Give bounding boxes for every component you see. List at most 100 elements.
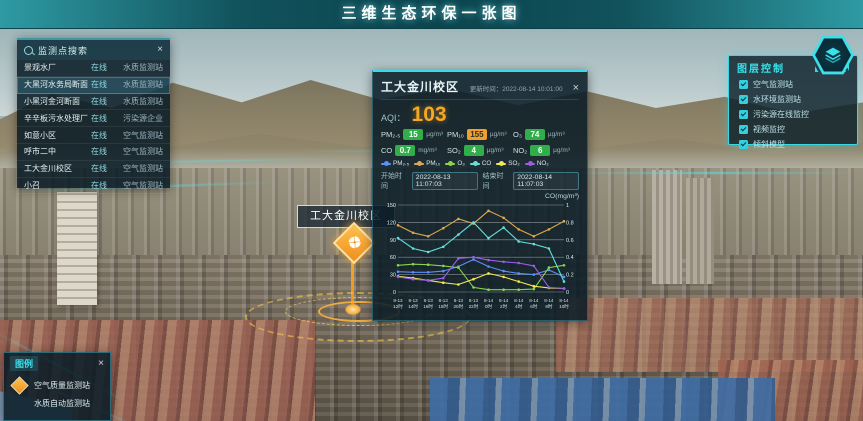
series-legend-label: PM₁₀: [426, 160, 440, 167]
station-panel-header: 监测点搜索 ×: [17, 40, 170, 60]
station-status: 在线: [91, 146, 113, 157]
station-row[interactable]: 大黑河水务局断面在线水质监测站: [17, 77, 170, 94]
marker-ground-glow: [345, 304, 361, 315]
station-row[interactable]: 小召在线空气监测站: [17, 178, 170, 195]
layer-item[interactable]: 污染源在线监控: [729, 107, 857, 122]
search-icon: [24, 46, 33, 55]
station-type: 空气监测站: [113, 146, 163, 157]
station-status: 在线: [91, 79, 113, 90]
svg-text:150: 150: [387, 203, 396, 209]
series-legend-item[interactable]: CO: [470, 160, 491, 167]
station-row[interactable]: 辛辛板污水处理厂在线污染源企业: [17, 110, 170, 127]
update-time: 更新时间：2022-08-14 10:01:00: [470, 83, 563, 93]
pollutant-item: SO₂4µg/m³: [447, 145, 513, 156]
pollutant-grid: PM₂.₅15µg/m³PM₁₀155µg/m³O₃74µg/m³CO0.7mg…: [381, 129, 579, 156]
station-search-panel: 监测点搜索 × 景观水厂在线水质监测站大黑河水务局断面在线水质监测站小黑河金河断…: [17, 38, 170, 188]
svg-text:8-13: 8-13: [424, 298, 434, 303]
popup-close-icon[interactable]: ×: [573, 82, 579, 94]
legend-list: 空气质量监测站水质自动监测站: [4, 374, 110, 410]
series-legend-label: CO: [482, 160, 491, 167]
station-status: 在线: [91, 96, 113, 107]
trend-line-chart: 00300.2600.4900.61200.815018-1312时8-1314…: [381, 200, 581, 314]
blue-roof-warehouses: [430, 378, 775, 421]
station-name: 大黑河水务局断面: [24, 79, 91, 90]
station-name: 小黑河金河断面: [24, 96, 91, 107]
series-legend-label: O₃: [457, 160, 464, 167]
station-row[interactable]: 景观水厂在线水质监测站: [17, 60, 170, 77]
series-color-line: [445, 163, 455, 165]
pollutant-item: PM₂.₅15µg/m³: [381, 129, 447, 140]
series-color-line: [496, 163, 506, 165]
checkbox-checked-icon[interactable]: [739, 140, 748, 149]
series-legend-item[interactable]: PM₂.₅: [381, 160, 409, 167]
highrise-building: [652, 170, 682, 284]
svg-text:10时: 10时: [559, 303, 569, 309]
series-color-dot: [473, 161, 478, 166]
pollutant-value-badge: 6: [530, 145, 550, 156]
pollutant-item: NO₂6µg/m³: [513, 145, 579, 156]
svg-text:1: 1: [566, 203, 569, 209]
svg-text:16时: 16时: [423, 303, 433, 309]
layers-icon: [815, 37, 851, 73]
layer-panel-title: 图层控制: [737, 60, 785, 75]
station-row[interactable]: 如意小区在线空气监测站: [17, 127, 170, 144]
station-row[interactable]: 工大金川校区在线空气监测站: [17, 161, 170, 178]
series-color-line: [470, 163, 480, 165]
svg-text:6时: 6时: [530, 303, 538, 309]
svg-text:8-14: 8-14: [484, 298, 494, 303]
station-panel-close-icon[interactable]: ×: [157, 45, 163, 55]
pollutant-name: SO₂: [447, 146, 461, 155]
station-type: 污染源企业: [113, 113, 163, 124]
station-detail-popup: 工大金川校区 更新时间：2022-08-14 10:01:00 × AQI： 1…: [372, 70, 588, 321]
pollutant-unit: µg/m³: [487, 147, 504, 154]
layer-item[interactable]: 水环境监测站: [729, 92, 857, 107]
station-row[interactable]: 呼市二中在线空气监测站: [17, 144, 170, 161]
legend-item-label: 水质自动监测站: [34, 398, 90, 409]
update-time-value: 2022-08-14 10:01:00: [502, 86, 562, 93]
svg-text:8-13: 8-13: [393, 298, 403, 303]
checkbox-checked-icon[interactable]: [739, 125, 748, 134]
legend-panel-close-icon[interactable]: ×: [98, 359, 104, 369]
svg-text:8-14: 8-14: [544, 298, 554, 303]
svg-text:8-14: 8-14: [559, 298, 569, 303]
checkbox-checked-icon[interactable]: [739, 80, 748, 89]
series-legend-item[interactable]: NO₂: [525, 160, 549, 167]
pollutant-unit: µg/m³: [426, 131, 443, 138]
start-time-label: 开始时间: [381, 171, 407, 191]
pollutant-name: PM₂.₅: [381, 130, 400, 139]
pollutant-unit: µg/m³: [548, 131, 565, 138]
svg-text:60: 60: [390, 255, 396, 261]
layer-item[interactable]: 倾斜模型: [729, 137, 857, 152]
aqi-value: 103: [412, 103, 447, 127]
station-type: 水质监测站: [113, 96, 163, 107]
end-time-input[interactable]: 2022-08-14 11:07:03: [513, 172, 579, 190]
layer-item-label: 倾斜模型: [753, 139, 785, 150]
pollutant-value-badge: 15: [403, 129, 423, 140]
pollutant-value-badge: 155: [467, 129, 487, 140]
layer-item-label: 视频监控: [753, 124, 785, 135]
layer-item[interactable]: 视频监控: [729, 122, 857, 137]
pollutant-name: NO₂: [513, 146, 527, 155]
series-color-line: [414, 163, 424, 165]
station-status: 在线: [91, 130, 113, 141]
time-range-row: 开始时间 2022-08-13 11:07:03 结束时间 2022-08-14…: [381, 171, 579, 191]
map-viewport[interactable]: 三维生态环保一张图 监测点搜索 × 景观水厂在线水质监测站大黑河水务局断面在线水…: [0, 0, 863, 421]
start-time-input[interactable]: 2022-08-13 11:07:03: [412, 172, 478, 190]
svg-text:120: 120: [387, 220, 396, 226]
legend-panel-title: 图例: [10, 356, 38, 371]
series-legend-item[interactable]: SO₂: [496, 160, 520, 167]
checkbox-checked-icon[interactable]: [739, 110, 748, 119]
series-color-line: [381, 163, 391, 165]
station-row[interactable]: 小黑河金河断面在线水质监测站: [17, 94, 170, 111]
layer-list: 空气监测站水环境监测站污染源在线监控视频监控倾斜模型: [729, 77, 857, 152]
station-type: 空气监测站: [113, 180, 163, 191]
series-legend-item[interactable]: O₃: [445, 160, 464, 167]
layer-item[interactable]: 空气监测站: [729, 77, 857, 92]
cyan-glow-line: [560, 172, 860, 174]
station-type: 空气监测站: [113, 163, 163, 174]
svg-text:4时: 4时: [515, 303, 523, 309]
legend-item: 水质自动监测站: [4, 392, 110, 410]
station-name: 景观水厂: [24, 62, 91, 73]
checkbox-checked-icon[interactable]: [739, 95, 748, 104]
series-legend-item[interactable]: PM₁₀: [414, 160, 440, 167]
